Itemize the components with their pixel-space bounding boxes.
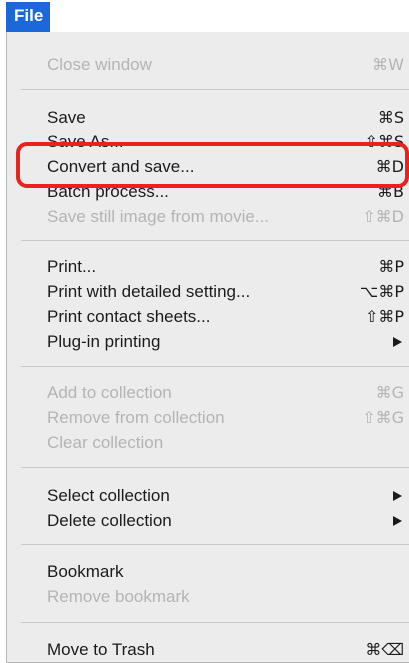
menu-item-label: Save (47, 108, 86, 127)
menu-item-close-window: Close window ⌘W (47, 52, 409, 78)
menu-separator (21, 240, 409, 241)
highlight-annotation-box (16, 142, 409, 188)
menu-item-label: Select collection (47, 486, 170, 505)
menu-item-label: Plug-in printing (47, 332, 161, 351)
menu-item-shortcut: ⌘P (378, 257, 404, 276)
menu-item-save-still-image: Save still image from movie... ⇧⌘D (47, 204, 409, 230)
menu-item-label: Clear collection (47, 433, 164, 452)
menu-item-label: Close window (47, 55, 152, 74)
menu-item-label: Add to collection (47, 383, 172, 402)
file-menu-dropdown: Close window ⌘W Save ⌘S Save As... ⇧⌘S C… (6, 32, 409, 663)
menu-item-label: Move to Trash (47, 640, 155, 659)
menu-item-remove-bookmark: Remove bookmark (47, 584, 409, 610)
menu-item-label: Bookmark (47, 562, 124, 581)
menu-item-remove-from-collection: Remove from collection ⇧⌘G (47, 405, 409, 431)
menu-item-shortcut: ⌘⌫ (365, 640, 404, 659)
menu-item-shortcut: ⌥⌘P (359, 282, 404, 301)
menu-item-print-detailed[interactable]: Print with detailed setting... ⌥⌘P (47, 279, 409, 305)
menu-item-label: Remove from collection (47, 408, 225, 427)
menu-item-add-to-collection: Add to collection ⌘G (47, 380, 409, 406)
menu-item-select-collection[interactable]: Select collection (47, 483, 409, 509)
menu-item-move-to-trash[interactable]: Move to Trash ⌘⌫ (47, 637, 409, 663)
menu-separator (21, 544, 409, 545)
menu-bar: File (0, 0, 409, 32)
menu-item-label: Delete collection (47, 511, 172, 530)
menu-item-shortcut: ⇧⌘P (364, 307, 404, 326)
menu-item-shortcut: ⌘G (375, 383, 404, 402)
menu-item-label: Save still image from movie... (47, 207, 270, 226)
menu-separator (21, 467, 409, 468)
submenu-arrow-icon (393, 337, 402, 347)
menu-item-print-contact-sheets[interactable]: Print contact sheets... ⇧⌘P (47, 304, 409, 330)
menu-item-clear-collection: Clear collection (47, 430, 409, 456)
menu-separator (21, 622, 409, 623)
menu-item-shortcut: ⇧⌘G (362, 408, 404, 427)
menu-item-print[interactable]: Print... ⌘P (47, 254, 409, 280)
menu-item-shortcut: ⇧⌘D (362, 207, 404, 226)
menu-item-label: Print contact sheets... (47, 307, 211, 326)
menu-separator (21, 366, 409, 367)
menu-separator (21, 89, 409, 90)
menu-item-label: Remove bookmark (47, 587, 190, 606)
menu-item-delete-collection[interactable]: Delete collection (47, 508, 409, 534)
menu-item-bookmark[interactable]: Bookmark (47, 559, 409, 585)
menu-item-label: Print... (47, 257, 97, 276)
file-menu-title[interactable]: File (6, 2, 50, 32)
menu-item-shortcut: ⌘W (372, 55, 404, 74)
menu-item-save[interactable]: Save ⌘S (47, 105, 409, 131)
submenu-arrow-icon (393, 516, 402, 526)
menu-item-shortcut: ⌘S (377, 108, 404, 127)
submenu-arrow-icon (393, 491, 402, 501)
menu-item-label: Print with detailed setting... (47, 282, 251, 301)
menu-item-plug-in-printing[interactable]: Plug-in printing (47, 329, 409, 355)
